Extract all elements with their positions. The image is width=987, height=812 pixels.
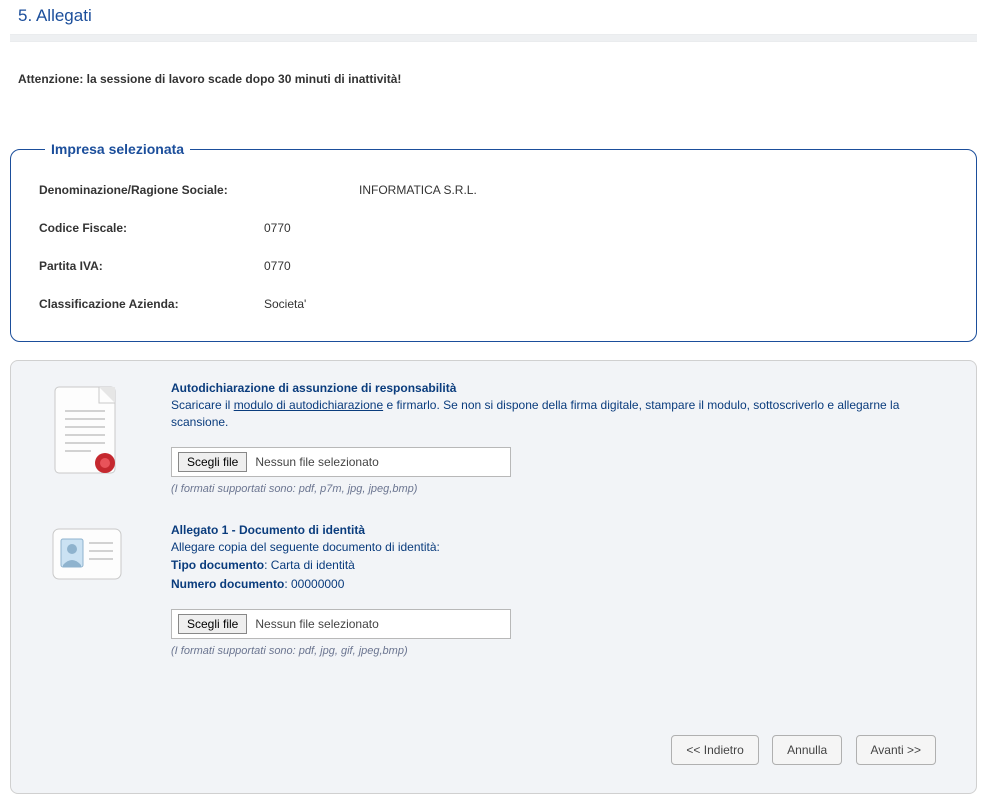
company-value: INFORMATICA S.R.L. [359, 183, 477, 197]
selected-company-fieldset: Impresa selezionata Denominazione/Ragion… [10, 141, 977, 342]
tipo-label: Tipo documento [171, 558, 264, 572]
choose-file-button[interactable]: Scegli file [178, 452, 247, 472]
company-value: Societa' [264, 297, 306, 311]
cancel-button[interactable]: Annulla [772, 735, 842, 765]
choose-file-button[interactable]: Scegli file [178, 614, 247, 634]
company-row-denominazione: Denominazione/Ragione Sociale: INFORMATI… [39, 183, 948, 197]
next-button[interactable]: Avanti >> [856, 735, 936, 765]
numero-label: Numero documento [171, 577, 284, 591]
attachment-description: Allegare copia del seguente documento di… [171, 539, 936, 556]
company-label: Partita IVA: [39, 259, 264, 273]
company-value: 0770 [264, 221, 291, 235]
back-button[interactable]: << Indietro [671, 735, 758, 765]
autodichiarazione-download-link[interactable]: modulo di autodichiarazione [234, 398, 383, 412]
section-title: 5. Allegati [10, 0, 977, 34]
numero-value: : 00000000 [284, 577, 344, 591]
tipo-value: : Carta di identità [264, 558, 355, 572]
attachment-description: Scaricare il modulo di autodichiarazione… [171, 397, 936, 431]
document-icon [51, 381, 171, 495]
attachment-autodichiarazione: Autodichiarazione di assunzione di respo… [51, 381, 936, 495]
tipo-documento-line: Tipo documento: Carta di identità [171, 557, 936, 574]
attachment-title: Allegato 1 - Documento di identità [171, 523, 936, 537]
wizard-buttons: << Indietro Annulla Avanti >> [51, 685, 936, 773]
file-status-text: Nessun file selezionato [255, 455, 378, 469]
formats-hint: (I formati supportati sono: pdf, p7m, jp… [171, 483, 936, 495]
id-card-icon [51, 523, 171, 657]
file-chooser-box: Scegli file Nessun file selezionato [171, 447, 511, 477]
desc-text: Scaricare il [171, 398, 234, 412]
attachment-documento-identita: Allegato 1 - Documento di identità Alleg… [51, 523, 936, 657]
company-row-partita-iva: Partita IVA: 0770 [39, 259, 948, 273]
company-value: 0770 [264, 259, 291, 273]
company-label: Codice Fiscale: [39, 221, 264, 235]
formats-hint: (I formati supportati sono: pdf, jpg, gi… [171, 645, 936, 657]
attachments-panel: Autodichiarazione di assunzione di respo… [10, 360, 977, 794]
company-row-codice-fiscale: Codice Fiscale: 0770 [39, 221, 948, 235]
session-warning: Attenzione: la sessione di lavoro scade … [10, 72, 977, 86]
section-divider [10, 34, 977, 42]
numero-documento-line: Numero documento: 00000000 [171, 576, 936, 593]
file-chooser-box: Scegli file Nessun file selezionato [171, 609, 511, 639]
company-row-classificazione: Classificazione Azienda: Societa' [39, 297, 948, 311]
company-legend: Impresa selezionata [45, 141, 190, 157]
company-label: Classificazione Azienda: [39, 297, 264, 311]
company-label: Denominazione/Ragione Sociale: [39, 183, 264, 197]
file-status-text: Nessun file selezionato [255, 617, 378, 631]
attachment-title: Autodichiarazione di assunzione di respo… [171, 381, 936, 395]
